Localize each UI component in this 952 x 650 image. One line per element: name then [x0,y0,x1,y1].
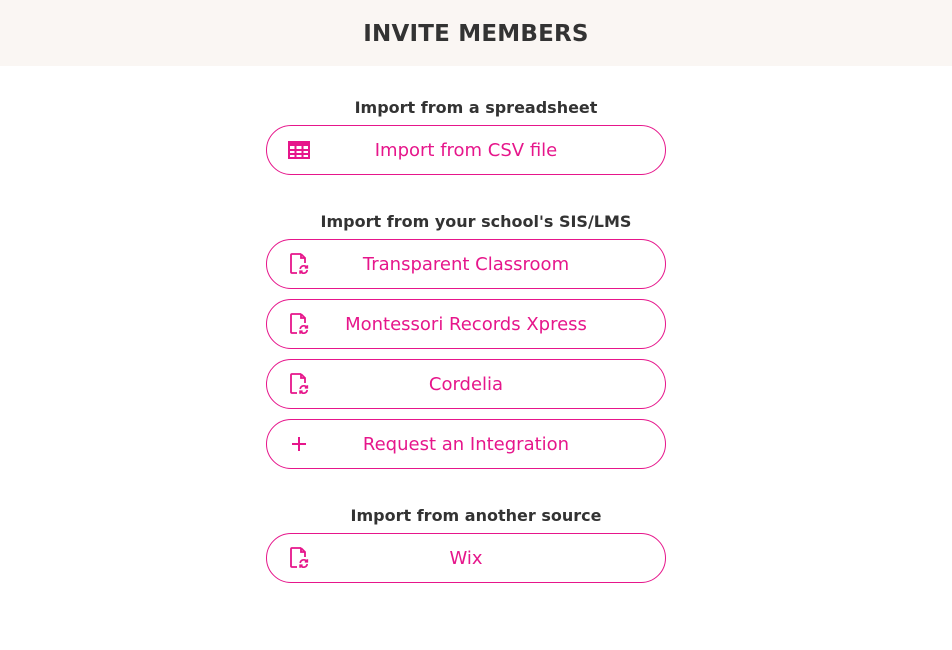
page-header: INVITE MEMBERS [0,0,952,66]
transparent-classroom-label: Transparent Classroom [362,253,570,275]
request-integration-button[interactable]: Request an Integration [266,419,666,469]
section-title-other: Import from another source [350,506,602,525]
cordelia-button[interactable]: Cordelia [266,359,666,409]
section-title-spreadsheet: Import from a spreadsheet [354,98,598,117]
wix-button[interactable]: Wix [266,533,666,583]
request-integration-label: Request an Integration [362,433,570,455]
cordelia-label: Cordelia [428,373,504,395]
import-csv-label: Import from CSV file [374,139,558,161]
montessori-records-xpress-label: Montessori Records Xpress [345,313,587,335]
montessori-records-xpress-button[interactable]: Montessori Records Xpress [266,299,666,349]
wix-label: Wix [449,547,483,569]
section-title-sis: Import from your school's SIS/LMS [320,212,632,231]
transparent-classroom-button[interactable]: Transparent Classroom [266,239,666,289]
import-csv-button[interactable]: Import from CSV file [266,125,666,175]
page-title: INVITE MEMBERS [363,21,589,47]
